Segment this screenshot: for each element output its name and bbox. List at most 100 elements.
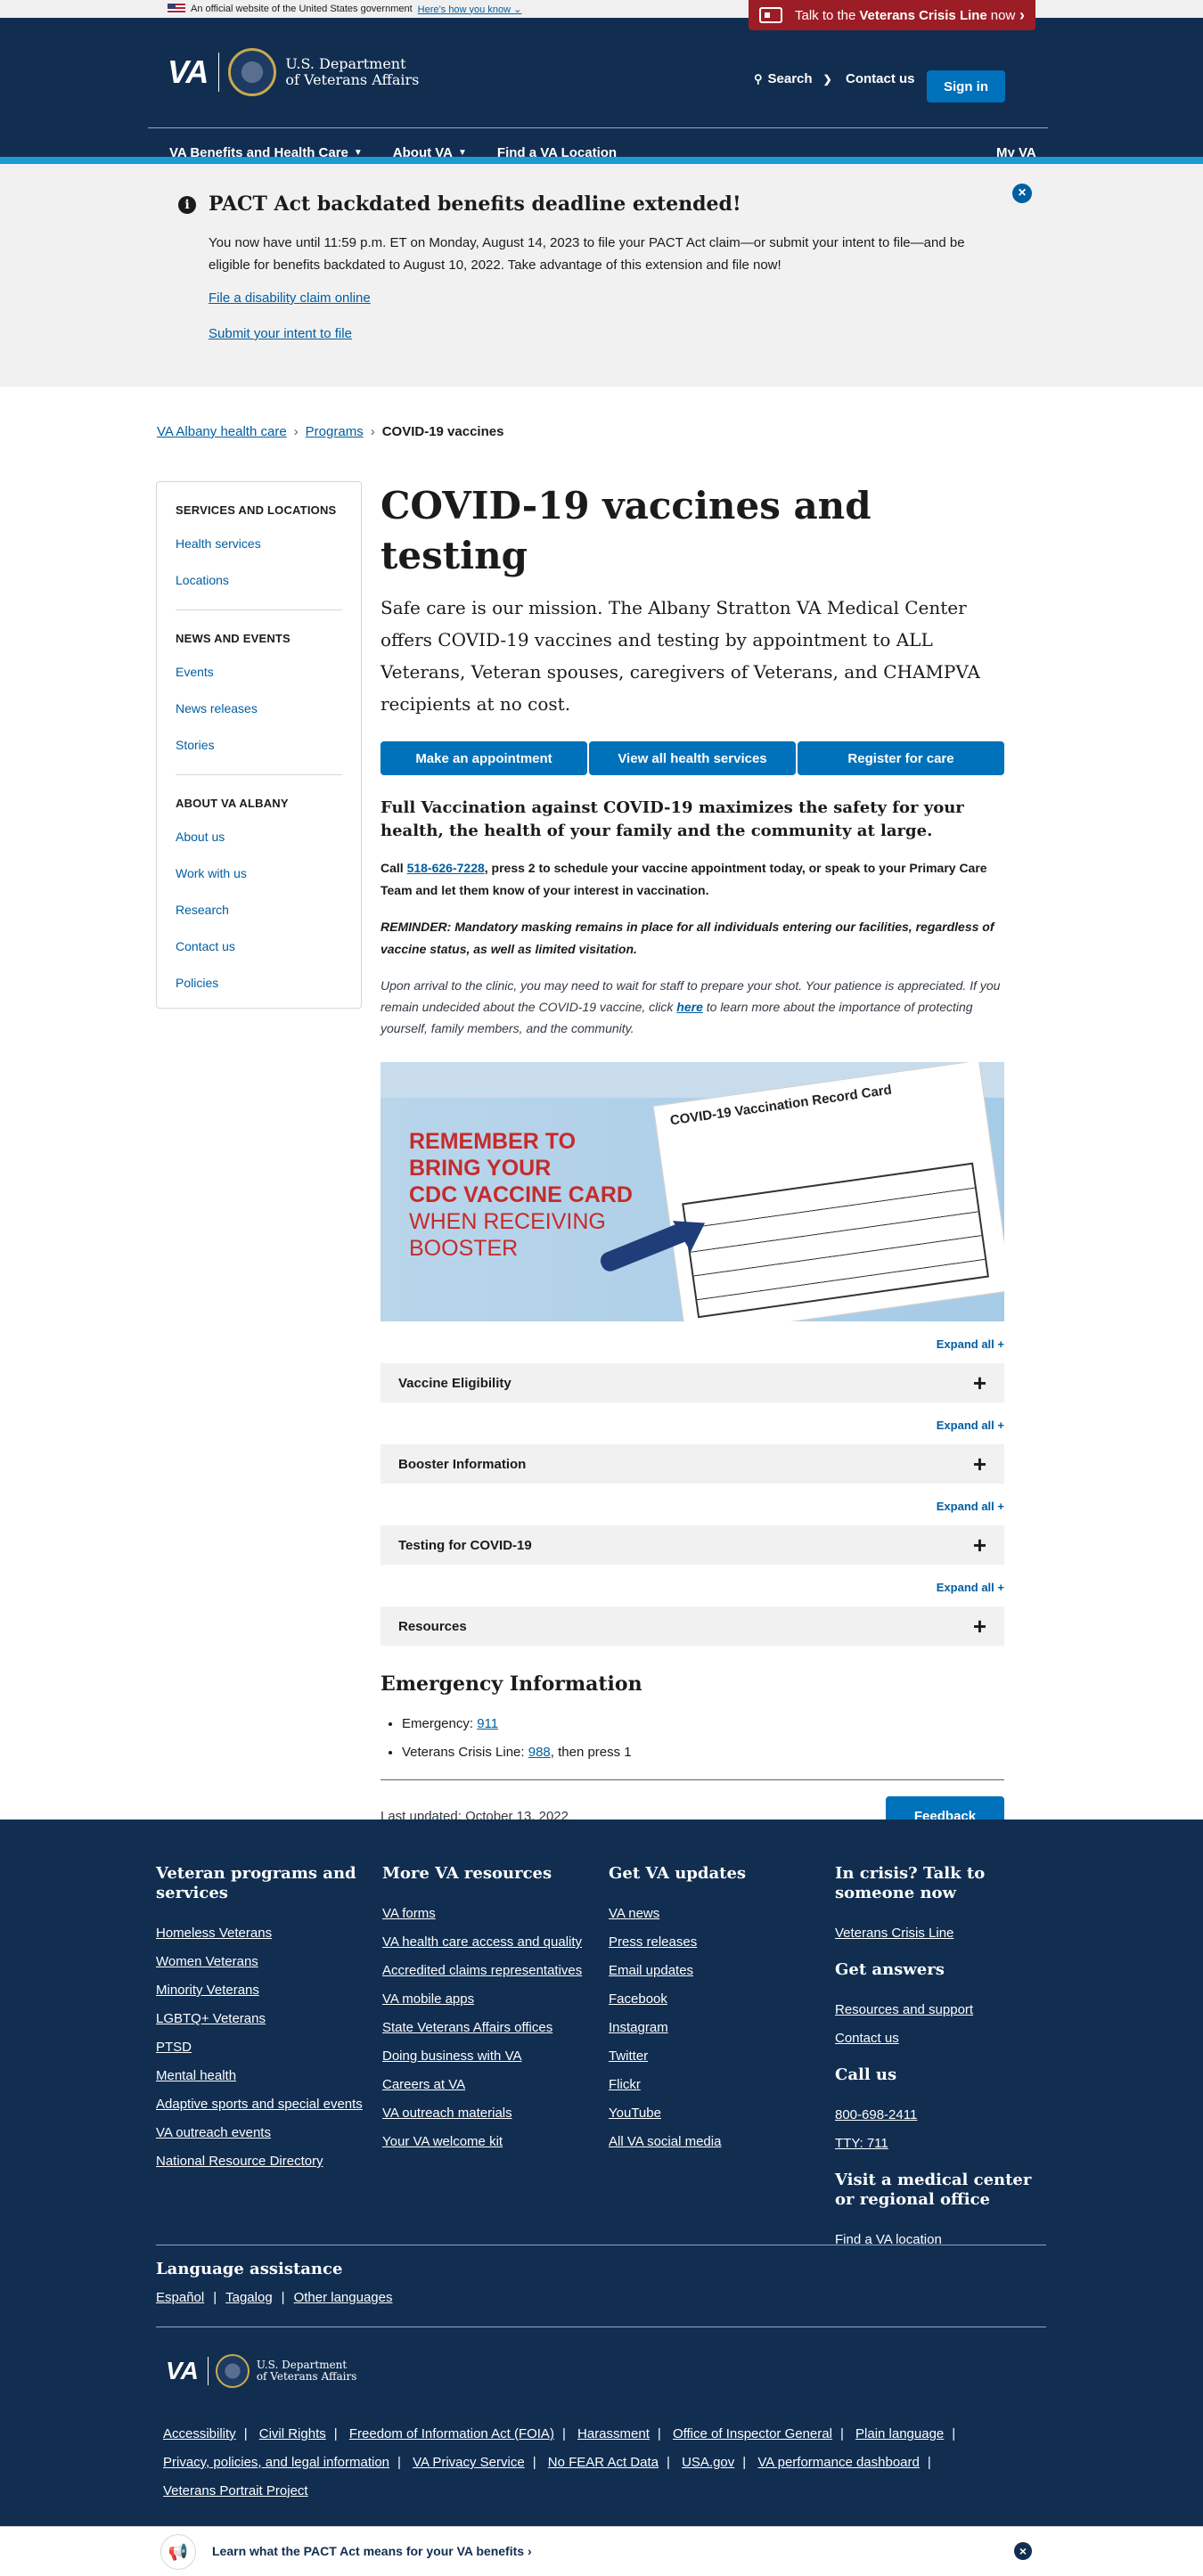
footer-link[interactable]: Women Veterans	[156, 1948, 370, 1976]
footer-link[interactable]: VA mobile apps	[382, 1985, 596, 2014]
legal-link[interactable]: Harassment	[577, 2426, 650, 2441]
sidebar-divider	[176, 774, 342, 775]
va-logo[interactable]: VA U.S. Department of Veterans Affairs	[168, 48, 419, 96]
sign-in-button[interactable]: Sign in	[927, 70, 1005, 102]
sidebar-item-contact-us[interactable]: Contact us	[176, 928, 342, 965]
make-appointment-button[interactable]: Make an appointment	[381, 741, 587, 775]
footer-va-logo[interactable]: VA U.S. Department of Veterans Affairs	[166, 2354, 356, 2388]
footer-link[interactable]: Minority Veterans	[156, 1976, 370, 2005]
footer-link[interactable]: Flickr	[609, 2071, 822, 2099]
expand-all-button[interactable]: Expand all +	[381, 1337, 1004, 1353]
accordion-testing[interactable]: Testing for COVID-19 +	[381, 1525, 1004, 1565]
footer-link[interactable]: Doing business with VA	[382, 2042, 596, 2071]
footer-crisis-link[interactable]: Veterans Crisis Line	[835, 1919, 1049, 1948]
view-health-services-button[interactable]: View all health services	[589, 741, 796, 775]
footer-link[interactable]: Press releases	[609, 1928, 822, 1957]
footer-link[interactable]: Resources and support	[835, 1996, 1049, 2024]
how-you-know-link[interactable]: Here’s how you know ⌄	[418, 4, 522, 15]
lang-link-espanol[interactable]: Español	[156, 2290, 204, 2305]
expand-all-button[interactable]: Expand all +	[381, 1419, 1004, 1435]
footer-link[interactable]: Twitter	[609, 2042, 822, 2071]
info-icon: i	[178, 196, 196, 214]
sidebar-item-health-services[interactable]: Health services	[176, 526, 342, 562]
footer-link[interactable]: Careers at VA	[382, 2071, 596, 2099]
footer-link[interactable]: Adaptive sports and special events	[156, 2090, 370, 2119]
register-for-care-button[interactable]: Register for care	[798, 741, 1004, 775]
legal-link[interactable]: Privacy, policies, and legal information	[163, 2455, 389, 2470]
footer-link[interactable]: Find a VA location	[835, 2226, 1049, 2254]
footer-link[interactable]: VA outreach materials	[382, 2099, 596, 2128]
legal-link[interactable]: VA performance dashboard	[757, 2455, 920, 2470]
sidebar-item-news-releases[interactable]: News releases	[176, 691, 342, 727]
main-content: COVID-19 vaccines and testing Safe care …	[381, 481, 1004, 1836]
breadcrumb-item[interactable]: VA Albany health care	[157, 424, 287, 439]
legal-link[interactable]: Veterans Portrait Project	[163, 2483, 308, 2498]
footer-col-programs: Veteran programs and services Homeless V…	[156, 1864, 370, 2176]
footer-link[interactable]: All VA social media	[609, 2128, 822, 2156]
close-icon[interactable]: ×	[1014, 2542, 1032, 2560]
legal-link[interactable]: No FEAR Act Data	[548, 2455, 659, 2470]
footer-link[interactable]: Homeless Veterans	[156, 1919, 370, 1948]
alert-title: PACT Act backdated benefits deadline ext…	[209, 192, 741, 216]
footer-link[interactable]: Instagram	[609, 2014, 822, 2042]
intent-to-file-link[interactable]: Submit your intent to file	[209, 326, 352, 341]
sidebar-item-stories[interactable]: Stories	[176, 727, 342, 764]
footer-col-updates: Get VA updates VA news Press releases Em…	[609, 1864, 822, 2156]
footer-link[interactable]: VA health care access and quality	[382, 1928, 596, 1957]
crisis-phone-link[interactable]: 988	[528, 1745, 551, 1760]
footer-tty-link[interactable]: TTY: 711	[835, 2130, 1049, 2158]
legal-link[interactable]: Civil Rights	[259, 2426, 326, 2441]
phone-link[interactable]: 518-626-7228	[407, 861, 485, 875]
sidebar-item-policies[interactable]: Policies	[176, 965, 342, 1002]
search-label: Search	[767, 71, 813, 86]
footer-link[interactable]: Contact us	[835, 2024, 1049, 2053]
accordion-booster-information[interactable]: Booster Information +	[381, 1444, 1004, 1484]
footer-link[interactable]: Email updates	[609, 1957, 822, 1985]
crisis-bold: Veterans Crisis Line	[859, 7, 987, 23]
emergency-phone-link[interactable]: 911	[477, 1716, 498, 1731]
accordion-vaccine-eligibility[interactable]: Vaccine Eligibility +	[381, 1363, 1004, 1402]
legal-link[interactable]: USA.gov	[682, 2455, 734, 2470]
footer-link[interactable]: VA forms	[382, 1900, 596, 1928]
footer-link[interactable]: LGBTQ+ Veterans	[156, 2005, 370, 2033]
call-paragraph: Call 518-626-7228, press 2 to schedule y…	[381, 861, 987, 897]
legal-link[interactable]: Freedom of Information Act (FOIA)	[349, 2426, 554, 2441]
legal-link[interactable]: Accessibility	[163, 2426, 236, 2441]
sidebar-section-title: NEWS AND EVENTS	[176, 632, 291, 645]
footer-link[interactable]: VA news	[609, 1900, 822, 1928]
footer-link[interactable]: Accredited claims representatives	[382, 1957, 596, 1985]
sidebar-item-research[interactable]: Research	[176, 892, 342, 928]
crisis-line-button[interactable]: Talk to the Veterans Crisis Line now ›	[749, 0, 1035, 30]
pact-alert: i PACT Act backdated benefits deadline e…	[0, 164, 1203, 387]
sidebar-item-locations[interactable]: Locations	[176, 562, 342, 599]
expand-all-button[interactable]: Expand all +	[381, 1500, 1004, 1516]
footer-phone-link[interactable]: 800-698-2411	[835, 2101, 1049, 2130]
footer-link[interactable]: VA outreach events	[156, 2119, 370, 2147]
footer-col-title: Get VA updates	[609, 1864, 747, 1883]
legal-link[interactable]: Office of Inspector General	[673, 2426, 832, 2441]
lang-link-tagalog[interactable]: Tagalog	[225, 2290, 273, 2305]
crisis-prefix: Talk to the	[795, 7, 856, 23]
pact-banner-link[interactable]: Learn what the PACT Act means for your V…	[212, 2544, 532, 2558]
legal-link[interactable]: Plain language	[855, 2426, 944, 2441]
footer-link[interactable]: Facebook	[609, 1985, 822, 2014]
footer-link[interactable]: Your VA welcome kit	[382, 2128, 596, 2156]
contact-us-link[interactable]: Contact us	[846, 71, 915, 86]
search-button[interactable]: ⚲ Search ❯	[754, 71, 832, 86]
accordion-resources[interactable]: Resources +	[381, 1607, 1004, 1646]
sidebar-item-events[interactable]: Events	[176, 654, 342, 691]
sidebar-item-work-with-us[interactable]: Work with us	[176, 855, 342, 892]
expand-all-button[interactable]: Expand all +	[381, 1581, 1004, 1597]
learn-more-link[interactable]: here	[676, 1000, 703, 1014]
footer-link[interactable]: YouTube	[609, 2099, 822, 2128]
sidebar-item-about-us[interactable]: About us	[176, 819, 342, 855]
file-claim-link[interactable]: File a disability claim online	[209, 290, 371, 306]
footer-link[interactable]: State Veterans Affairs offices	[382, 2014, 596, 2042]
footer-link[interactable]: National Resource Directory	[156, 2147, 370, 2176]
footer-link[interactable]: Mental health	[156, 2062, 370, 2090]
close-icon[interactable]: ×	[1012, 184, 1032, 203]
breadcrumb-item[interactable]: Programs	[306, 424, 364, 439]
footer-link[interactable]: PTSD	[156, 2033, 370, 2062]
legal-link[interactable]: VA Privacy Service	[413, 2455, 525, 2470]
lang-link-other[interactable]: Other languages	[294, 2290, 393, 2305]
